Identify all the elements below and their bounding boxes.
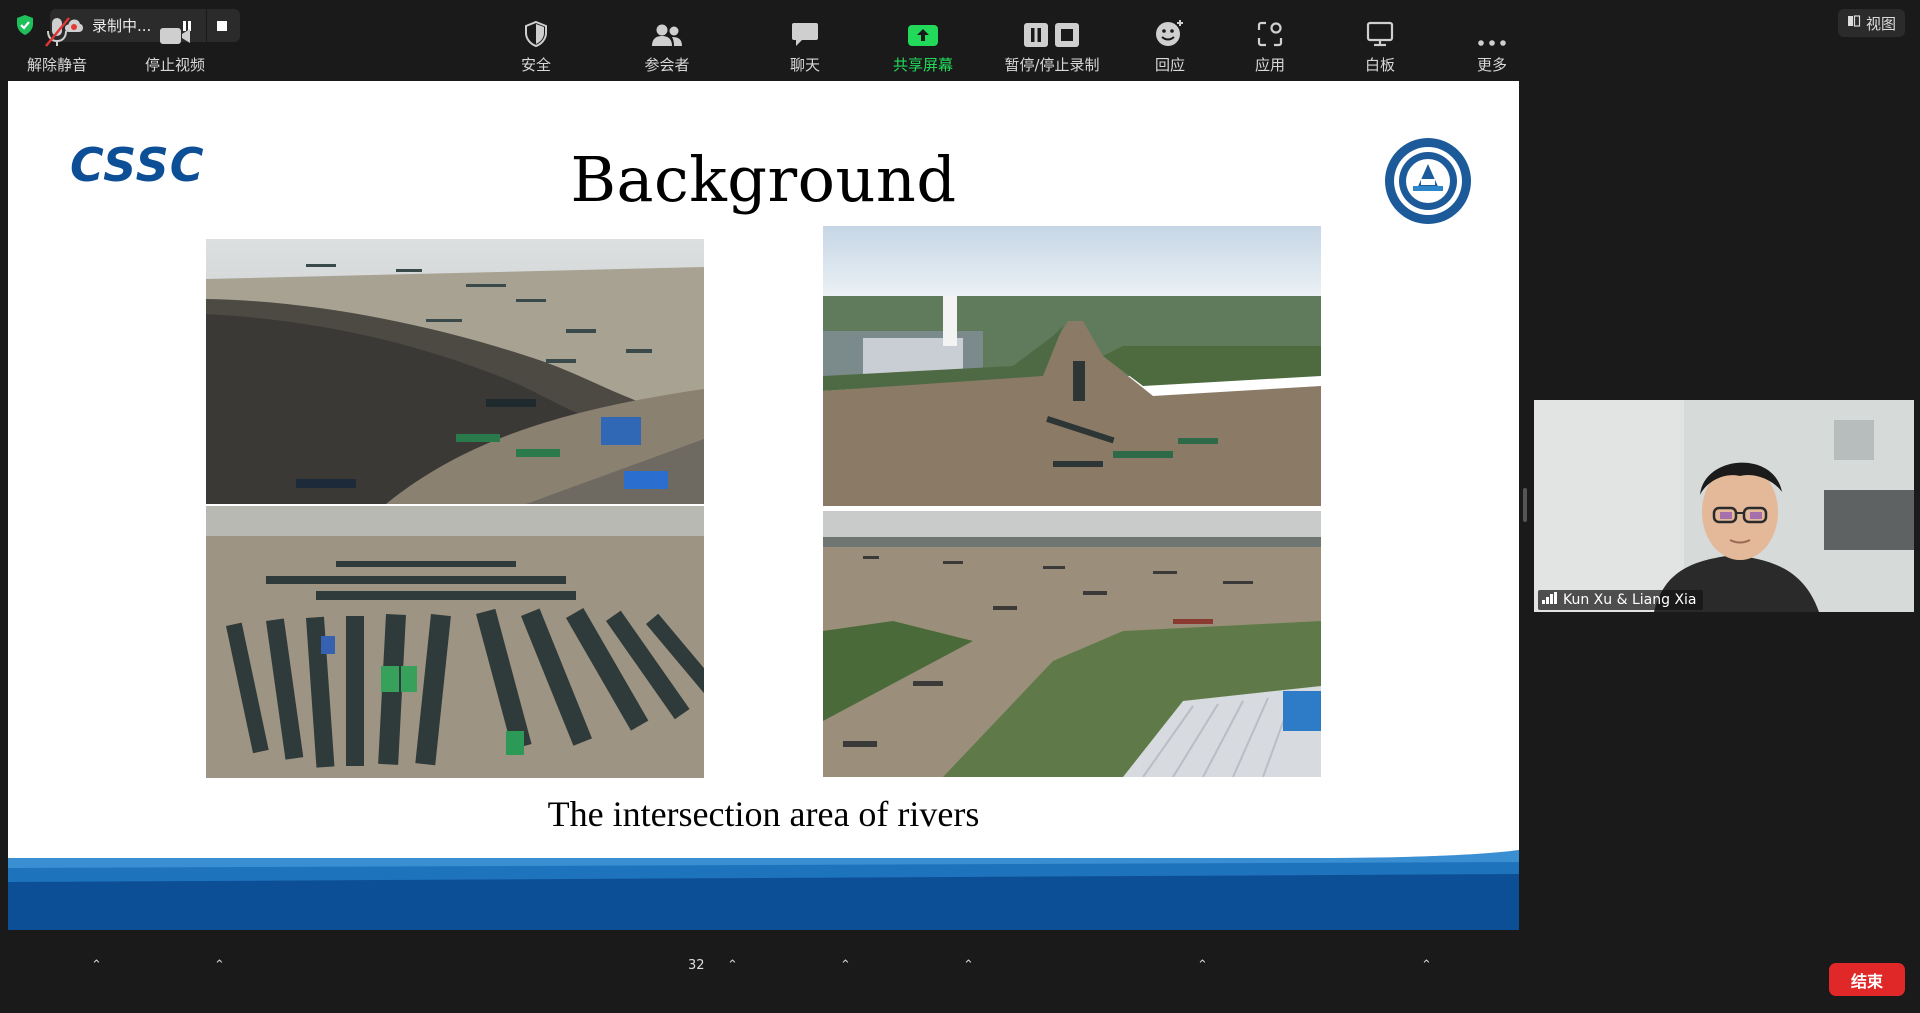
institute-seal-logo [1383, 136, 1473, 230]
reactions-label: 回应 [1154, 56, 1185, 74]
participants-count-badge: 32 [688, 958, 705, 973]
view-button-label: 视图 [1865, 14, 1896, 33]
unmute-label: 解除静音 [26, 56, 87, 74]
whiteboard-options-chevron-up-icon[interactable]: ⌃ [1421, 958, 1432, 973]
participant-name: Kun Xu & Liang Xia [1563, 592, 1697, 608]
chat-bubble-icon [790, 0, 820, 50]
end-meeting-button[interactable]: 结束 [1829, 963, 1905, 996]
security-button[interactable]: 安全 [506, 0, 566, 83]
slide-footer-wave [8, 850, 1519, 930]
emoji-reaction-icon [1154, 0, 1186, 50]
more-button[interactable]: 更多 [1462, 0, 1522, 83]
video-options-chevron-up-icon[interactable]: ⌃ [214, 958, 225, 973]
video-camera-icon [158, 0, 192, 50]
chat-button[interactable]: 聊天 [775, 0, 835, 83]
chat-label: 聊天 [789, 56, 820, 74]
slide-caption: The intersection area of rivers [547, 794, 980, 834]
unmute-button[interactable]: 解除静音 [18, 0, 96, 83]
security-label: 安全 [520, 56, 551, 74]
security-shield-icon [523, 0, 549, 50]
chat-options-chevron-up-icon[interactable]: ⌃ [840, 958, 851, 973]
pause-stop-recording-button[interactable]: 暂停/停止录制 [996, 0, 1108, 83]
participants-icon [650, 0, 684, 50]
slide-title: Background [570, 143, 957, 216]
muted-microphone-icon [42, 0, 72, 50]
reactions-button[interactable]: 回应 [1140, 0, 1200, 83]
apps-button[interactable]: 应用 [1240, 0, 1300, 83]
audio-options-chevron-up-icon[interactable]: ⌃ [91, 958, 102, 973]
more-dots-icon [1477, 0, 1507, 50]
apps-label: 应用 [1254, 56, 1285, 74]
barges-photo-bottom-left [206, 506, 704, 778]
whiteboard-button[interactable]: 白板 [1350, 0, 1410, 83]
meeting-toolbar [0, 930, 1920, 1013]
apps-icon [1256, 0, 1284, 50]
signal-strength-icon [1542, 592, 1558, 608]
participant-video-tile[interactable]: Kun Xu & Liang Xia [1534, 400, 1914, 612]
port-photo-bottom-right [823, 511, 1321, 777]
shared-slide: CSSC Background The intersection area of… [8, 81, 1519, 930]
participants-label: 参会者 [644, 56, 690, 74]
view-layout-icon [1847, 14, 1861, 32]
whiteboard-label: 白板 [1364, 56, 1395, 74]
participants-button[interactable]: 参会者 [633, 0, 701, 83]
reactions-options-chevron-up-icon[interactable]: ⌃ [1197, 958, 1208, 973]
participants-options-chevron-up-icon[interactable]: ⌃ [727, 958, 738, 973]
panel-resize-handle[interactable] [1523, 488, 1527, 522]
share-screen-label: 共享屏幕 [892, 56, 953, 74]
more-label: 更多 [1476, 56, 1507, 74]
whiteboard-icon [1365, 0, 1395, 50]
share-options-chevron-up-icon[interactable]: ⌃ [963, 958, 974, 973]
share-screen-button[interactable]: 共享屏幕 [884, 0, 962, 83]
stop-video-button[interactable]: 停止视频 [136, 0, 214, 83]
pause-stop-icons [1023, 0, 1081, 50]
pause-stop-recording-label: 暂停/停止录制 [1004, 56, 1100, 74]
view-button[interactable]: 视图 [1837, 9, 1905, 37]
share-screen-arrow-icon [907, 0, 939, 50]
river-photo-top-left [206, 239, 704, 504]
stop-video-label: 停止视频 [144, 56, 205, 74]
participant-name-tag: Kun Xu & Liang Xia [1538, 590, 1703, 610]
canal-photo-top-right [823, 226, 1321, 506]
